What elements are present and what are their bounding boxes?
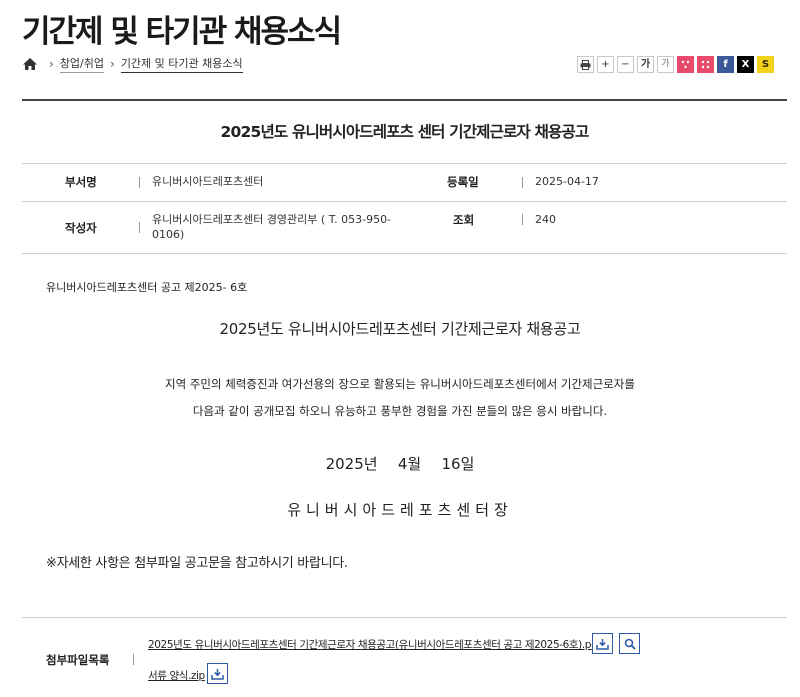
breadcrumb: › 창업/취업 › 기간제 및 타기관 채용소식	[22, 55, 243, 73]
breadcrumb-item-current[interactable]: 기간제 및 타기관 채용소식	[120, 55, 243, 73]
content-paragraph-line: 지역 주민의 체력증진과 여가선용의 장으로 활용되는 유니버시아드레포츠센터에…	[165, 377, 635, 391]
zoom-out-button[interactable]: −	[617, 56, 634, 73]
chevron-right-icon: ›	[110, 57, 115, 71]
divider	[22, 617, 787, 618]
chevron-right-icon: ›	[49, 57, 54, 71]
page-title: 기간제 및 타기관 채용소식	[22, 14, 342, 50]
attachments-label: 첨부파일목록	[46, 653, 110, 667]
issuer-name: 유니버시아드레포츠센터장	[287, 501, 513, 519]
divider	[22, 253, 787, 254]
date-label: 등록일	[447, 175, 479, 189]
dept-value: 유니버시아드레포츠센터	[152, 175, 264, 188]
meta-separator	[522, 177, 523, 188]
meta-separator	[133, 654, 134, 665]
meta-separator	[522, 214, 523, 225]
meta-separator	[139, 222, 140, 233]
attachment-notice: ※자세한 사항은 첨부파일 공고문을 참고하시기 바랍니다.	[46, 556, 348, 571]
printer-icon[interactable]	[577, 56, 594, 73]
notice-date: 2025년 4월 16일	[325, 455, 475, 473]
attachment-link-pdf[interactable]: 2025년도 유니버시아드레포츠센터 기간제근로자 채용공고(유니버시아드레포츠…	[148, 637, 601, 652]
font-large-button[interactable]: 가	[637, 56, 654, 73]
views-label: 조회	[453, 213, 475, 227]
divider	[22, 201, 787, 202]
meta-separator	[139, 177, 140, 188]
views-value: 240	[535, 213, 556, 226]
content-title: 2025년도 유니버시아드레포츠센터 기간제근로자 채용공고	[219, 320, 581, 338]
kakaostory-icon[interactable]: S	[757, 56, 774, 73]
dept-label: 부서명	[65, 175, 97, 189]
notice-number: 유니버시아드레포츠센터 공고 제2025- 6호	[46, 281, 248, 294]
breadcrumb-item-startup-jobs[interactable]: 창업/취업	[59, 55, 104, 73]
zoom-in-button[interactable]: +	[597, 56, 614, 73]
date-value: 2025-04-17	[535, 175, 599, 188]
download-icon[interactable]	[207, 663, 228, 684]
share-pink-icon[interactable]	[677, 56, 694, 73]
font-small-button[interactable]: 가	[657, 56, 674, 73]
x-icon[interactable]: X	[737, 56, 754, 73]
home-icon[interactable]	[22, 57, 38, 71]
author-label: 작성자	[65, 221, 97, 235]
author-value: 유니버시아드레포츠센터 경영관리부 ( T. 053-950-0106)	[152, 213, 392, 241]
divider	[22, 163, 787, 164]
post-title: 2025년도 유니버시아드레포츠 센터 기간제근로자 채용공고	[220, 123, 590, 141]
preview-search-icon[interactable]	[619, 633, 640, 654]
content-paragraph-line: 다음과 같이 공개모집 하오니 유능하고 풍부한 경험을 가진 분들의 많은 응…	[192, 404, 608, 418]
attachment-link-zip[interactable]: 서류 양식.zip	[148, 668, 205, 683]
page-tools: + − 가 가 f X S	[577, 56, 774, 73]
download-icon[interactable]	[592, 633, 613, 654]
facebook-icon[interactable]: f	[717, 56, 734, 73]
divider	[22, 99, 787, 101]
share-pink-icon[interactable]	[697, 56, 714, 73]
